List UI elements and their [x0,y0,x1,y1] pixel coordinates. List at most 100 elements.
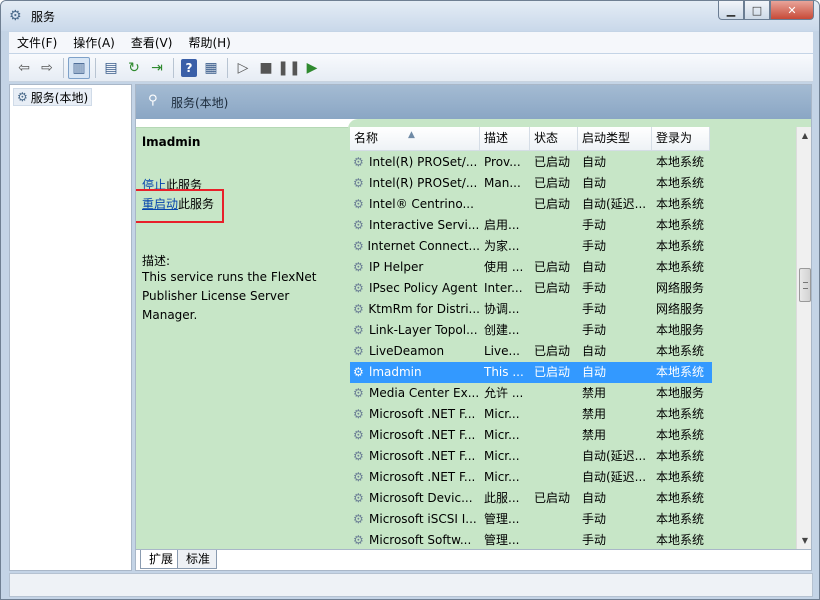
view-tabs: 扩展 标准 [136,549,811,570]
cell-description: Micr... [484,407,520,421]
table-row[interactable]: ⚙ Microsoft iSCSI I... 管理... 手动 本地系统 [350,509,712,530]
table-row[interactable]: ⚙ KtmRm for Distri... 协调... 手动 网络服务 [350,299,712,320]
cell-status [530,299,578,320]
menu-view[interactable]: 查看(V) [123,34,181,51]
toolbar-separator [63,57,64,78]
tab-standard[interactable]: 标准 [177,550,218,569]
gear-icon: ⚙ [353,533,364,547]
help-icon[interactable]: ? [181,58,197,77]
cell-description [480,194,530,215]
scroll-down-arrow-icon[interactable]: ▼ [797,532,811,549]
cell-name-text: Intel(R) PROSet/... [369,155,478,169]
service-detail-panel: lmadmin 停止此服务 重启动此服务 描述: This service ru… [136,127,348,549]
cell-name: ⚙ Microsoft Softw... [350,530,480,549]
cell-name-text: Microsoft .NET F... [369,470,476,484]
cell-startup-type: 手动 [582,218,607,232]
cell-status: 已启动 [534,155,571,169]
cell-name-text: Link-Layer Topol... [369,323,478,337]
show-action-pane-icon[interactable]: ▦ [200,57,222,79]
menu-help[interactable]: 帮助(H) [180,34,238,51]
back-arrow-icon[interactable]: ⇦ [13,57,35,79]
cell-startup-type: 禁用 [582,428,607,442]
table-row[interactable]: ⚙ Microsoft Devic... 此服... 已启动 自动 本地系统 [350,488,712,509]
cell-name-text: Interactive Servi... [369,218,480,232]
tab-extended[interactable]: 扩展 [140,550,181,569]
cell-name-text: Microsoft Softw... [369,533,472,547]
table-row[interactable]: ⚙ Internet Connect... 为家... 手动 本地系统 [350,236,712,257]
title-bar[interactable]: ⚙ 服务 ▁ □ ✕ [1,1,819,31]
table-row[interactable]: ⚙ Interactive Servi... 启用... 手动 本地系统 [350,215,712,236]
table-row[interactable]: ⚙ Link-Layer Topol... 创建... 手动 本地服务 [350,320,712,341]
menu-file[interactable]: 文件(F) [9,34,65,51]
table-row[interactable]: ⚙ Microsoft .NET F... Micr... 禁用 本地系统 [350,404,712,425]
column-header-startup-type[interactable]: 启动类型 [578,127,652,151]
pause-icon[interactable]: ❚❚ [277,57,300,79]
cell-description: 协调... [484,302,520,316]
cell-description: 创建... [484,323,520,337]
column-header-name[interactable]: ▲ 名称 [350,127,480,151]
cell-status: 已启动 [534,176,571,190]
column-header-logon-as[interactable]: 登录为 [652,127,710,151]
table-row[interactable]: ⚙ Media Center Ex... 允许 ... 禁用 本地服务 [350,383,712,404]
column-header-status[interactable]: 状态 [530,127,578,151]
export-list-icon[interactable]: ⇥ [146,57,168,79]
gear-icon: ⚙ [353,302,364,316]
minimize-button[interactable]: ▁ [718,1,744,20]
gear-icon: ⚙ [353,260,364,274]
cell-logon-as: 本地系统 [656,533,705,547]
play-icon[interactable]: ▷ [232,57,254,79]
close-button[interactable]: ✕ [770,1,814,20]
maximize-button[interactable]: □ [744,1,770,20]
toolbar-separator [227,57,228,78]
scroll-up-arrow-icon[interactable]: ▲ [797,127,811,144]
selected-service-name: lmadmin [142,135,201,149]
table-row[interactable]: ⚙ Intel(R) PROSet/... Prov... 已启动 自动 本地系统 [350,152,712,173]
cell-logon-as: 本地系统 [656,470,705,484]
table-row[interactable]: ⚙ LiveDeamon Live... 已启动 自动 本地系统 [350,341,712,362]
tree-item-services-local[interactable]: ⚙ 服务(本地) [13,88,93,106]
menu-action[interactable]: 操作(A) [65,34,123,51]
cell-description: Prov... [484,155,521,169]
window-controls: ▁ □ ✕ [718,1,814,21]
table-row[interactable]: ⚙ Intel(R) PROSet/... Man... 已启动 自动 本地系统 [350,173,712,194]
toolbar-separator [95,57,96,78]
gear-icon: ⚙ [353,197,364,211]
cell-name-text: Microsoft Devic... [369,491,473,505]
cell-name-text: Microsoft .NET F... [369,407,476,421]
resume-icon[interactable]: ▶ [301,57,323,79]
cell-startup-type: 自动 [582,176,607,190]
column-header-description[interactable]: 描述 [480,127,530,151]
table-row[interactable]: ⚙ Microsoft .NET F... Micr... 禁用 本地系统 [350,425,712,446]
table-row[interactable]: ⚙ Microsoft Softw... 管理... 手动 本地系统 [350,530,712,549]
table-row[interactable]: ⚙ Microsoft .NET F... Micr... 自动(延迟... 本地系统 [350,467,712,488]
table-row[interactable]: ⚙ Intel® Centrino... 已启动 自动(延迟... 本地系统 [350,194,712,215]
cell-name: ⚙ IP Helper [350,257,480,278]
scrollbar-thumb[interactable] [799,268,811,302]
table-row[interactable]: ⚙ lmadmin This ... 已启动 自动 本地系统 [350,362,712,383]
stop-icon[interactable]: ■ [255,57,277,79]
cell-description: Micr... [484,470,520,484]
table-row[interactable]: ⚙ Microsoft .NET F... Micr... 自动(延迟... 本地系统 [350,446,712,467]
cell-name: ⚙ Microsoft .NET F... [350,425,480,446]
cell-logon-as: 本地系统 [656,449,705,463]
cell-status: 已启动 [534,491,571,505]
gear-icon: ⚙ [9,8,22,24]
cell-name: ⚙ Microsoft .NET F... [350,446,480,467]
refresh-icon[interactable]: ↻ [123,57,145,79]
cell-description: 为家... [484,239,520,253]
forward-arrow-icon[interactable]: ⇨ [36,57,58,79]
cell-logon-as: 本地系统 [656,176,705,190]
console-tree-icon[interactable]: ▥ [68,56,90,79]
table-row[interactable]: ⚙ IPsec Policy Agent Inter... 已启动 手动 网络服务 [350,278,712,299]
cell-status [530,530,578,549]
properties-icon[interactable]: ▤ [100,57,122,79]
vertical-scrollbar[interactable]: ▲ ▼ [796,127,811,549]
cell-name-text: Microsoft .NET F... [369,449,476,463]
cell-description: This ... [484,365,524,379]
gear-icon: ⚙ [17,90,28,104]
cell-logon-as: 本地系统 [656,239,705,253]
cell-status [530,320,578,341]
cell-name: ⚙ lmadmin [350,362,480,383]
gear-icon: ⚙ [353,323,364,337]
table-row[interactable]: ⚙ IP Helper 使用 ... 已启动 自动 本地系统 [350,257,712,278]
